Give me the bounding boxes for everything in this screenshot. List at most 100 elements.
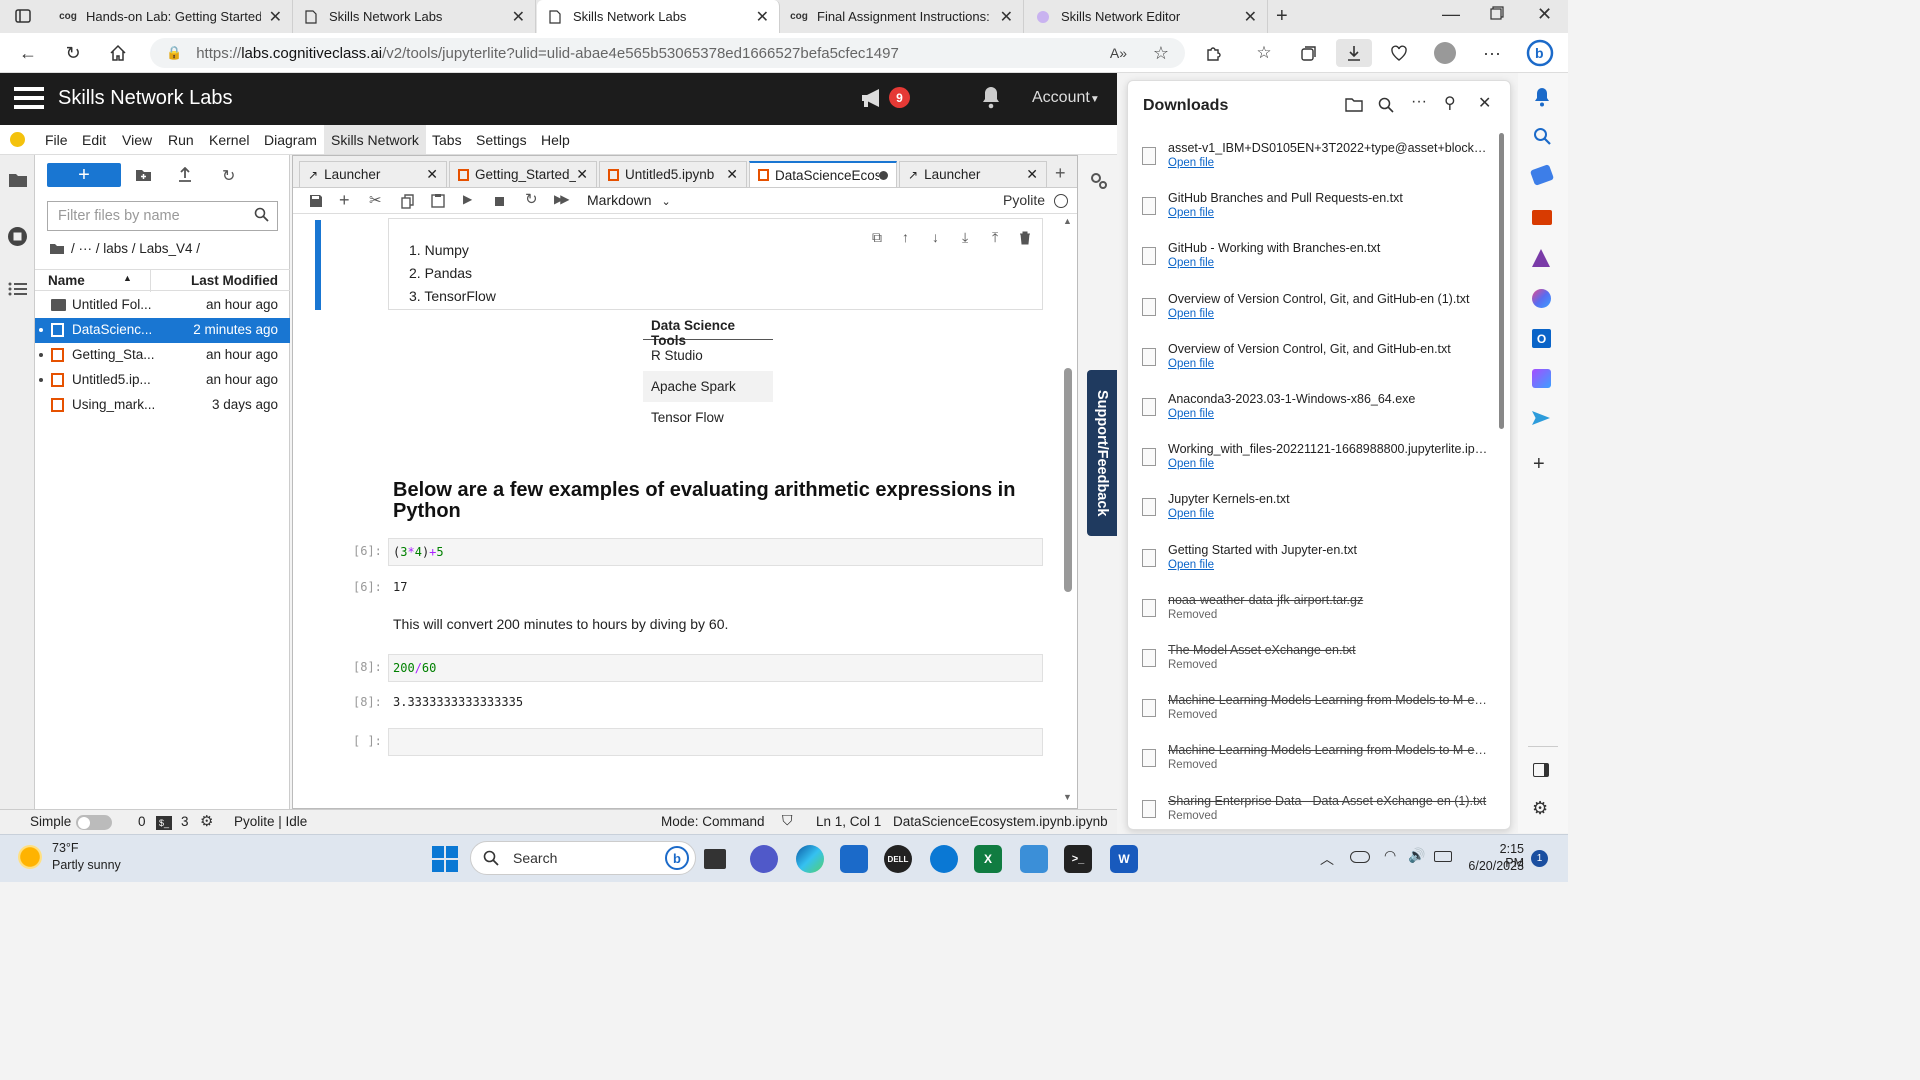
notification-center-badge[interactable]: 1	[1531, 850, 1548, 867]
announcement-button[interactable]	[860, 87, 886, 112]
games-icon[interactable]	[1532, 249, 1550, 267]
running-kernels-icon[interactable]	[7, 226, 28, 250]
download-item[interactable]: Machine Learning Models Learning from Mo…	[1128, 743, 1498, 793]
new-folder-icon[interactable]	[135, 168, 152, 185]
open-file-link[interactable]: Open file	[1168, 458, 1214, 470]
new-launcher-button[interactable]: +	[47, 163, 121, 187]
browser-tab[interactable]: Skills Network Labs ✕	[293, 0, 536, 33]
minimize-button[interactable]: —	[1442, 4, 1460, 25]
open-file-link[interactable]: Open file	[1168, 559, 1214, 571]
table-of-contents-icon[interactable]	[8, 281, 28, 300]
open-folder-icon[interactable]	[1345, 97, 1363, 112]
menu-view[interactable]: View	[122, 132, 152, 148]
notepad-icon[interactable]	[1020, 845, 1048, 873]
read-aloud-icon[interactable]: A»	[1110, 45, 1127, 61]
clock-date[interactable]: 6/20/2023	[1462, 859, 1524, 873]
nb-tab-untitled5[interactable]: Untitled5.ipynb ✕	[599, 161, 747, 187]
add-sidebar-icon[interactable]: +	[1533, 453, 1545, 476]
folder-icon[interactable]	[8, 172, 28, 191]
word-icon[interactable]: W	[1110, 845, 1138, 873]
close-tab-icon[interactable]: ✕	[1026, 166, 1038, 183]
menu-help[interactable]: Help	[541, 132, 570, 148]
menu-skills-network[interactable]: Skills Network	[324, 125, 426, 154]
scroll-down-arrow-icon[interactable]: ▼	[1063, 792, 1072, 802]
kernel-name[interactable]: Pyolite	[1003, 192, 1045, 208]
duplicate-cell-icon[interactable]: ⧉	[872, 229, 882, 246]
menu-kernel[interactable]: Kernel	[209, 132, 249, 148]
wifi-icon[interactable]: ◠	[1384, 847, 1396, 864]
home-button[interactable]	[104, 39, 132, 67]
column-last-modified[interactable]: Last Modified	[191, 273, 278, 288]
simple-mode-toggle[interactable]	[76, 815, 112, 830]
menu-run[interactable]: Run	[168, 132, 194, 148]
file-list-row[interactable]: Untitled5.ip... an hour ago	[35, 368, 290, 393]
profile-button[interactable]	[1431, 39, 1459, 67]
close-window-button[interactable]: ✕	[1537, 4, 1552, 25]
outlook-icon[interactable]: O	[1532, 329, 1551, 348]
download-item[interactable]: Machine Learning Models Learning from Mo…	[1128, 693, 1498, 743]
close-tab-icon[interactable]: ✕	[426, 166, 438, 183]
insert-above-icon[interactable]: ⤒	[992, 229, 998, 246]
cell-type-select[interactable]: Markdown ⌄	[587, 192, 671, 208]
nb-tab-getting-started[interactable]: Getting_Started_w ✕	[449, 161, 597, 187]
insert-below-icon[interactable]: ⤓	[962, 229, 968, 246]
file-list-row[interactable]: DataScienc... 2 minutes ago	[35, 318, 290, 343]
search-sidebar-icon[interactable]	[1533, 127, 1551, 148]
open-file-link[interactable]: Open file	[1168, 408, 1214, 420]
shopping-tag-icon[interactable]	[1529, 164, 1555, 186]
collections-button[interactable]	[1295, 39, 1323, 67]
support-assist-icon[interactable]	[930, 845, 958, 873]
send-icon[interactable]	[1532, 411, 1550, 425]
menu-file[interactable]: File	[45, 132, 68, 148]
code-cell[interactable]: (3*4)+5	[388, 538, 1043, 566]
move-down-icon[interactable]: ↓	[932, 229, 939, 245]
download-item[interactable]: asset-v1_IBM+DS0105EN+3T2022+type@asset+…	[1128, 141, 1498, 191]
open-file-link[interactable]: Open file	[1168, 207, 1214, 219]
browser-tab[interactable]: cog Hands-on Lab: Getting Started w ✕	[50, 0, 293, 33]
excel-icon[interactable]: X	[974, 845, 1002, 873]
download-item[interactable]: The Model Asset eXchange-en.txt Removed	[1128, 643, 1498, 693]
nb-tab-datascience[interactable]: DataScienceEcos	[749, 161, 897, 187]
kernel-gear-icon[interactable]: ⚙	[200, 812, 213, 830]
browser-tab-active[interactable]: Skills Network Labs ✕	[537, 0, 780, 33]
delete-icon[interactable]	[1019, 231, 1031, 245]
menu-diagram[interactable]: Diagram	[264, 132, 317, 148]
downloads-scrollbar-thumb[interactable]	[1499, 133, 1504, 429]
close-downloads-icon[interactable]: ✕	[1478, 93, 1491, 113]
battery-icon[interactable]	[1434, 851, 1452, 862]
download-item[interactable]: Overview of Version Control, Git, and Gi…	[1128, 292, 1498, 342]
open-file-link[interactable]: Open file	[1168, 358, 1214, 370]
toolbox-icon[interactable]	[1532, 210, 1552, 225]
notebook-scrollbar[interactable]: ▲ ▼	[1061, 214, 1075, 806]
close-tab-icon[interactable]: ✕	[576, 166, 588, 183]
markdown-cell[interactable]: 1. Numpy 2. Pandas 3. TensorFlow ⧉ ↑ ↓ ⤓…	[388, 218, 1043, 310]
settings-more-button[interactable]: ···	[1478, 39, 1506, 67]
favorites-button[interactable]: ☆	[1250, 39, 1278, 67]
close-tab-icon[interactable]: ✕	[726, 166, 738, 183]
menu-settings[interactable]: Settings	[476, 132, 527, 148]
copy-icon[interactable]	[401, 194, 415, 209]
menu-tabs[interactable]: Tabs	[432, 132, 462, 148]
extensions-button[interactable]	[1200, 39, 1228, 67]
file-list-row[interactable]: Getting_Sta... an hour ago	[35, 343, 290, 368]
edge-icon[interactable]	[796, 845, 824, 873]
refresh-button[interactable]: ↻	[59, 39, 87, 67]
search-downloads-icon[interactable]	[1378, 97, 1394, 113]
designer-icon[interactable]	[1532, 369, 1551, 388]
microsoft-365-icon[interactable]	[1532, 289, 1551, 308]
menu-edit[interactable]: Edit	[82, 132, 106, 148]
empty-code-cell[interactable]	[388, 728, 1043, 756]
trusted-shield-icon[interactable]: ⛉	[782, 812, 793, 829]
filter-files-input[interactable]: Filter files by name	[47, 201, 278, 231]
onedrive-cloud-icon[interactable]	[1350, 851, 1370, 863]
download-item[interactable]: Working_with_files-20221121-1668988800.j…	[1128, 442, 1498, 492]
tab-actions-button[interactable]	[12, 6, 34, 26]
hide-sidebar-icon[interactable]	[1533, 763, 1549, 777]
unsaved-dot-icon[interactable]	[879, 170, 888, 180]
account-menu[interactable]: Account▼	[1032, 89, 1100, 107]
show-hidden-icons[interactable]: ︿	[1320, 849, 1334, 869]
terminal-app-icon[interactable]: >_	[1064, 845, 1092, 873]
refresh-files-icon[interactable]: ↻	[222, 166, 235, 186]
stop-icon[interactable]	[495, 197, 504, 206]
property-inspector-icon[interactable]	[1090, 172, 1108, 193]
